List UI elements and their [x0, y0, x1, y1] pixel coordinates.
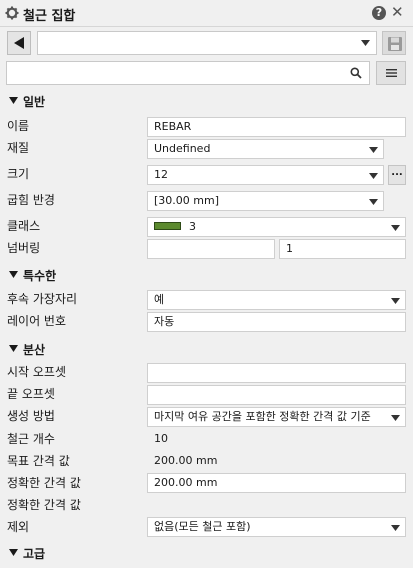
- search-input[interactable]: [7, 62, 337, 84]
- triangle-left-icon: [14, 37, 24, 49]
- exclude-value: 없음(모든 철근 포함): [154, 520, 251, 533]
- chevron-down-icon: [391, 225, 400, 231]
- name-label: 이름: [7, 119, 30, 133]
- material-select[interactable]: Undefined: [147, 139, 384, 159]
- method-select[interactable]: 마지막 여유 공간을 포함한 정확한 간격 값 기준: [147, 407, 406, 427]
- size-value: 12: [154, 168, 168, 181]
- bar-count-value-box: 10: [147, 429, 406, 449]
- target-spacing-label: 목표 간격 값: [7, 454, 70, 468]
- layer-number-label: 레이어 번호: [7, 314, 67, 328]
- collapse-triangle-icon: [9, 345, 18, 352]
- class-label: 클래스: [7, 219, 41, 233]
- subsequent-edge-select[interactable]: 예: [147, 290, 406, 310]
- exclude-label: 제외: [7, 520, 30, 534]
- material-value: Undefined: [154, 142, 211, 155]
- gear-icon[interactable]: [5, 6, 19, 20]
- search-icon[interactable]: [350, 67, 362, 79]
- section-title: 분산: [23, 343, 46, 357]
- class-select[interactable]: 3: [147, 217, 406, 237]
- section-distribution[interactable]: 분산: [0, 339, 413, 359]
- start-offset-field[interactable]: [147, 363, 406, 383]
- exact-spacings-label: 정확한 간격 값: [7, 498, 81, 512]
- class-value: 3: [189, 220, 196, 233]
- list-menu-button[interactable]: [376, 61, 406, 85]
- chevron-down-icon: [361, 40, 370, 46]
- chevron-down-icon: [391, 415, 400, 421]
- bend-radius-label: 굽힘 반경: [7, 193, 55, 207]
- back-button[interactable]: [7, 31, 31, 55]
- size-label: 크기: [7, 167, 30, 181]
- numbering-start-value: 1: [286, 242, 293, 255]
- chevron-down-icon: [369, 199, 378, 205]
- end-offset-field[interactable]: [147, 385, 406, 405]
- layer-number-field[interactable]: 자동: [147, 312, 406, 332]
- target-spacing-value: 200.00 mm: [154, 454, 218, 467]
- section-advanced[interactable]: 고급: [0, 543, 413, 563]
- numbering-label: 넘버링: [7, 241, 41, 255]
- section-specialty[interactable]: 특수한: [0, 265, 413, 285]
- close-icon[interactable]: ✕: [391, 3, 404, 21]
- collapse-triangle-icon: [9, 97, 18, 104]
- section-general[interactable]: 일반: [0, 91, 413, 111]
- floppy-disk-icon: [388, 37, 402, 51]
- section-title: 고급: [23, 547, 46, 561]
- collapse-triangle-icon: [9, 271, 18, 278]
- toolbar: [0, 28, 413, 58]
- method-value: 마지막 여유 공간을 포함한 정확한 간격 값 기준: [154, 410, 371, 423]
- saved-settings-combo[interactable]: [37, 31, 377, 55]
- search-box: [6, 61, 370, 85]
- bar-count-value: 10: [154, 432, 168, 445]
- collapse-triangle-icon: [9, 549, 18, 556]
- help-icon[interactable]: ?: [372, 6, 386, 20]
- chevron-down-icon: [369, 173, 378, 179]
- bend-radius-value: [30.00 mm]: [154, 194, 220, 207]
- section-title: 특수한: [23, 269, 57, 283]
- method-label: 생성 방법: [7, 409, 55, 423]
- subsequent-edge-label: 후속 가장자리: [7, 292, 78, 306]
- start-offset-label: 시작 오프셋: [7, 365, 67, 379]
- exact-spacing-value: 200.00 mm: [154, 476, 218, 489]
- exact-spacing-label: 정확한 간격 값: [7, 476, 81, 490]
- class-color-swatch: [154, 222, 181, 230]
- panel-title: 철근 집합: [23, 9, 76, 24]
- exact-spacings-value-box: [147, 495, 406, 515]
- name-value: REBAR: [154, 120, 192, 133]
- size-ellipsis-button[interactable]: ...: [388, 165, 406, 185]
- size-select[interactable]: 12: [147, 165, 384, 185]
- material-label: 재질: [7, 141, 30, 155]
- section-title: 일반: [23, 95, 46, 109]
- target-spacing-value-box: 200.00 mm: [147, 451, 406, 471]
- exclude-select[interactable]: 없음(모든 철근 포함): [147, 517, 406, 537]
- bar-count-label: 철근 개수: [7, 432, 55, 446]
- layer-number-value: 자동: [154, 315, 175, 328]
- numbering-start-field[interactable]: 1: [279, 239, 406, 259]
- hamburger-menu-icon: [386, 69, 397, 77]
- name-field[interactable]: REBAR: [147, 117, 406, 137]
- chevron-down-icon: [391, 525, 400, 531]
- search-row: [0, 60, 413, 86]
- subsequent-edge-value: 예: [154, 293, 165, 306]
- chevron-down-icon: [391, 298, 400, 304]
- bend-radius-select[interactable]: [30.00 mm]: [147, 191, 384, 211]
- title-bar: 철근 집합 ? ✕: [0, 0, 413, 27]
- chevron-down-icon: [369, 147, 378, 153]
- numbering-prefix-field[interactable]: [147, 239, 275, 259]
- save-button[interactable]: [382, 31, 406, 55]
- end-offset-label: 끝 오프셋: [7, 387, 55, 401]
- exact-spacing-field[interactable]: 200.00 mm: [147, 473, 406, 493]
